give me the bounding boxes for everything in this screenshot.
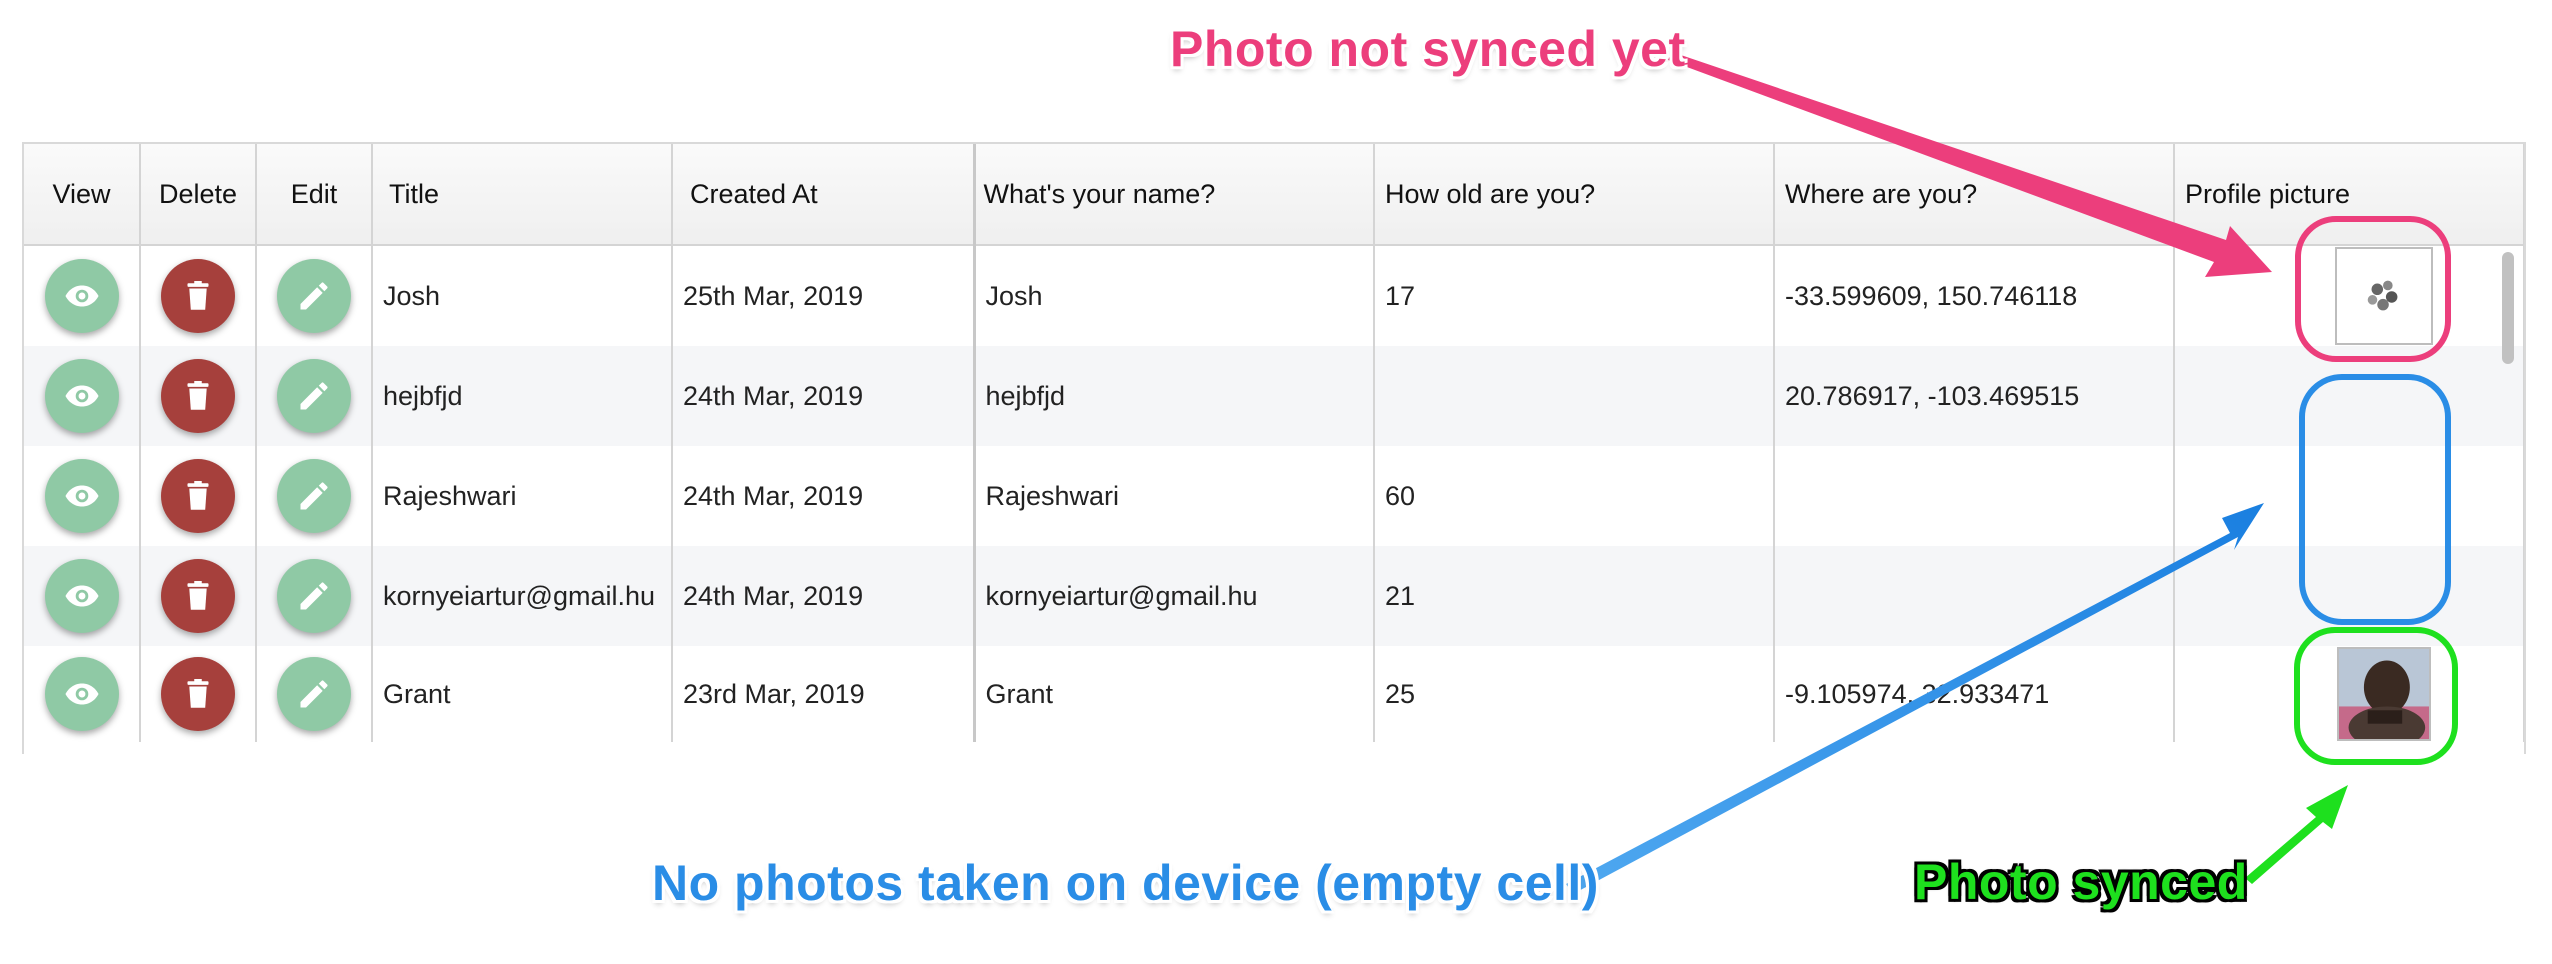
vertical-scrollbar[interactable] — [2502, 252, 2514, 364]
cell-profile-picture — [2174, 346, 2524, 446]
edit-button[interactable] — [277, 559, 351, 633]
synced-arrow — [2245, 785, 2348, 884]
cell-age — [1374, 346, 1775, 446]
cell-location — [1774, 446, 2175, 546]
table-row: Rajeshwari 24th Mar, 2019 Rajeshwari 60 — [24, 446, 2524, 546]
cell-profile-picture — [2174, 446, 2524, 546]
cell-name: Josh — [972, 245, 1375, 346]
cell-title: Josh — [372, 245, 673, 346]
cell-age: 25 — [1374, 646, 1775, 742]
edit-button[interactable] — [277, 359, 351, 433]
synced-callout: Photo synced — [1914, 854, 2248, 910]
profile-photo-thumbnail[interactable] — [2337, 647, 2431, 741]
table-row: hejbfjd 24th Mar, 2019 hejbfjd 20.786917, -… — [24, 346, 2524, 446]
column-header-profile-picture[interactable]: Profile picture — [2174, 144, 2524, 246]
column-header-view[interactable]: View — [24, 144, 141, 246]
cell-created-at: 24th Mar, 2019 — [672, 546, 975, 646]
cell-created-at: 24th Mar, 2019 — [672, 446, 975, 546]
cell-created-at: 25th Mar, 2019 — [672, 245, 975, 346]
cell-location — [1774, 546, 2175, 646]
cell-title: kornyeiartur@gmail.hu — [372, 546, 673, 646]
delete-button[interactable] — [161, 559, 235, 633]
view-button[interactable] — [44, 459, 119, 533]
delete-button[interactable] — [161, 657, 235, 731]
submissions-table: View Delete Edit Title Created At What's… — [22, 142, 2526, 754]
cell-profile-picture — [2174, 646, 2524, 742]
photo-loading-thumbnail[interactable] — [2335, 247, 2433, 345]
cell-title: hejbfjd — [372, 346, 673, 446]
cell-profile-picture — [2174, 245, 2524, 346]
cell-created-at: 24th Mar, 2019 — [672, 346, 975, 446]
delete-button[interactable] — [161, 459, 235, 533]
column-header-created-at[interactable]: Created At — [672, 144, 975, 246]
column-header-edit[interactable]: Edit — [256, 144, 373, 246]
view-button[interactable] — [44, 359, 119, 433]
edit-button[interactable] — [277, 459, 351, 533]
table-row: Grant 23rd Mar, 2019 Grant 25 -9.105974, 32.… — [24, 646, 2524, 742]
edit-button[interactable] — [277, 657, 351, 731]
column-header-delete[interactable]: Delete — [140, 144, 257, 246]
delete-button[interactable] — [161, 259, 235, 333]
edit-button[interactable] — [277, 259, 351, 333]
view-button[interactable] — [44, 657, 119, 731]
column-header-title[interactable]: Title — [372, 144, 673, 246]
view-button[interactable] — [44, 259, 119, 333]
cell-location: -33.599609, 150.746118 — [1774, 245, 2175, 346]
delete-button[interactable] — [161, 359, 235, 433]
not-synced-callout: Photo not synced yet — [1170, 21, 1686, 77]
column-header-age[interactable]: How old are you? — [1374, 144, 1775, 246]
cell-name: kornyeiartur@gmail.hu — [972, 546, 1375, 646]
cell-name: Rajeshwari — [972, 446, 1375, 546]
cell-title: Grant — [372, 646, 673, 742]
table-row: Josh 25th Mar, 2019 Josh 17 -33.599609, 150.… — [24, 245, 2524, 346]
cell-age: 17 — [1374, 245, 1775, 346]
no-photos-callout: No photos taken on device (empty cell) — [652, 855, 1599, 911]
cell-age: 21 — [1374, 546, 1775, 646]
cell-profile-picture — [2174, 546, 2524, 646]
table-header-row: View Delete Edit Title Created At What's… — [24, 144, 2524, 246]
loading-spinner-icon — [2367, 280, 2398, 311]
cell-location: 20.786917, -103.469515 — [1774, 346, 2175, 446]
profile-photo-image — [2339, 649, 2429, 739]
cell-title: Rajeshwari — [372, 446, 673, 546]
view-button[interactable] — [44, 559, 119, 633]
cell-location: -9.105974, 32.933471 — [1774, 646, 2175, 742]
cell-age: 60 — [1374, 446, 1775, 546]
column-header-location[interactable]: Where are you? — [1774, 144, 2175, 246]
cell-name: hejbfjd — [972, 346, 1375, 446]
table-row: kornyeiartur@gmail.hu 24th Mar, 2019 korny… — [24, 546, 2524, 646]
cell-name: Grant — [972, 646, 1375, 742]
column-header-name[interactable]: What's your name? — [972, 144, 1375, 246]
cell-created-at: 23rd Mar, 2019 — [672, 646, 975, 742]
